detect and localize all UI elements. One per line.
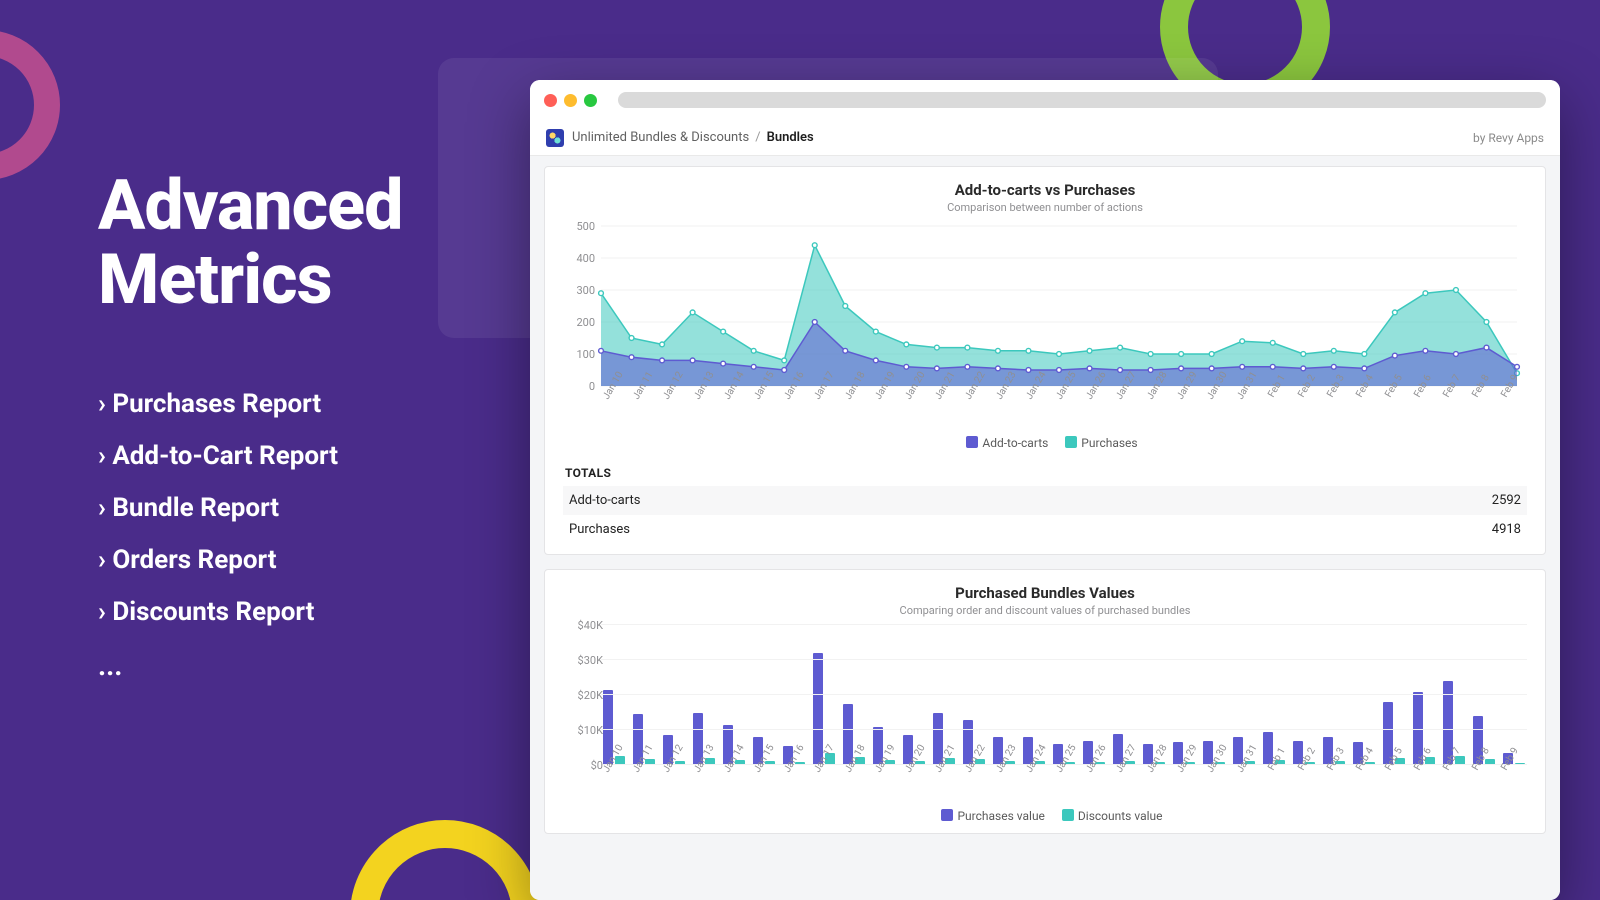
chart-subtitle: Comparison between number of actions — [563, 201, 1527, 214]
bar-chart-legend: Purchases value Discounts value — [563, 809, 1527, 823]
app-header: Unlimited Bundles & Discounts / Bundles … — [530, 120, 1560, 156]
feature-bullet: Bundle Report — [98, 493, 498, 523]
totals-heading: TOTALS — [563, 460, 1527, 486]
chart-title: Add-to-carts vs Purchases — [563, 181, 1527, 199]
card-add-to-carts-vs-purchases: Add-to-carts vs Purchases Comparison bet… — [544, 166, 1546, 555]
svg-text:200: 200 — [576, 316, 595, 329]
card-purchased-bundles-values: Purchased Bundles Values Comparing order… — [544, 569, 1546, 834]
y-tick: $40K — [563, 619, 603, 632]
area-chart: 0100200300400500 Jan 10Jan 11Jan 12Jan 1… — [563, 222, 1527, 430]
svg-text:500: 500 — [576, 222, 595, 233]
app-body: Add-to-carts vs Purchases Comparison bet… — [530, 156, 1560, 900]
feature-bullet: Orders Report — [98, 545, 498, 575]
window-close-icon[interactable] — [544, 94, 557, 107]
window-zoom-icon[interactable] — [584, 94, 597, 107]
marketing-headline: Advanced Metrics — [98, 170, 498, 317]
feature-list: Purchases Report Add-to-Cart Report Bundle… — [98, 389, 498, 627]
totals-value: 4918 — [1492, 522, 1521, 537]
decor-ring-yellow — [350, 820, 540, 900]
feature-bullet: Discounts Report — [98, 597, 498, 627]
chart-subtitle: Comparing order and discount values of p… — [563, 604, 1527, 617]
area-chart-svg: 0 100 200 300 400 500 — [563, 222, 1523, 392]
breadcrumb-root[interactable]: Unlimited Bundles & Discounts — [572, 130, 749, 145]
browser-window: Unlimited Bundles & Discounts / Bundles … — [530, 80, 1560, 900]
legend-label-purchases: Purchases — [1081, 436, 1137, 450]
bar-chart: Jan 10Jan 11Jan 12Jan 13Jan 14Jan 15Jan … — [563, 625, 1527, 803]
feature-list-more: ... — [98, 649, 498, 682]
y-tick: $30K — [563, 654, 603, 667]
headline-line-2: Metrics — [98, 239, 332, 321]
totals-row-add-to-carts: Add-to-carts 2592 — [563, 486, 1527, 515]
address-bar[interactable] — [618, 92, 1546, 108]
bar-purchases-value — [813, 653, 823, 765]
area-chart-legend: Add-to-carts Purchases — [563, 436, 1527, 450]
totals-value: 2592 — [1492, 493, 1521, 508]
y-tick: $20K — [563, 689, 603, 702]
y-tick: $10K — [563, 724, 603, 737]
breadcrumb-current: Bundles — [767, 130, 814, 145]
svg-text:400: 400 — [576, 252, 595, 265]
app-logo-icon — [546, 129, 564, 147]
feature-bullet: Add-to-Cart Report — [98, 441, 498, 471]
feature-bullet: Purchases Report — [98, 389, 498, 419]
legend-swatch-discounts-value — [1062, 809, 1074, 821]
legend-swatch-purchases — [1065, 436, 1077, 448]
svg-text:0: 0 — [589, 380, 595, 392]
legend-swatch-add-to-carts — [966, 436, 978, 448]
marketing-panel: Advanced Metrics Purchases Report Add-to-… — [98, 170, 498, 682]
legend-swatch-purchases-value — [941, 809, 953, 821]
totals-row-purchases: Purchases 4918 — [563, 515, 1527, 544]
vendor-label: by Revy Apps — [1473, 131, 1544, 145]
window-minimize-icon[interactable] — [564, 94, 577, 107]
decor-ring-magenta — [0, 30, 60, 180]
legend-label-discounts-value: Discounts value — [1078, 809, 1163, 823]
totals-label: Add-to-carts — [569, 493, 640, 508]
legend-label-add-to-carts: Add-to-carts — [982, 436, 1048, 450]
legend-label-purchases-value: Purchases value — [957, 809, 1044, 823]
svg-text:100: 100 — [576, 348, 595, 361]
headline-line-1: Advanced — [98, 165, 402, 247]
totals-label: Purchases — [569, 522, 630, 537]
y-tick: $0 — [563, 759, 603, 772]
svg-text:300: 300 — [576, 284, 595, 297]
window-titlebar — [530, 80, 1560, 120]
breadcrumb-separator: / — [755, 130, 760, 145]
chart-title: Purchased Bundles Values — [563, 584, 1527, 602]
